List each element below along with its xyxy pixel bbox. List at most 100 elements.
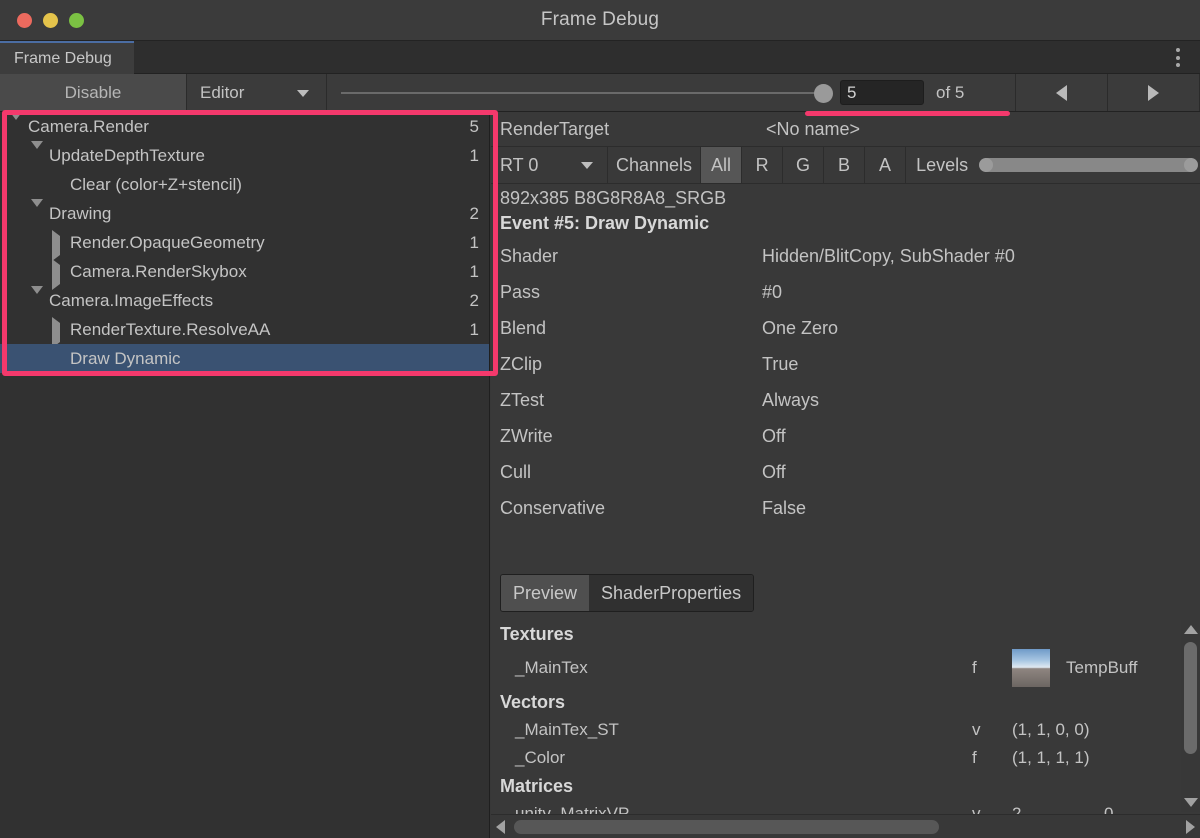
chevron-left-icon	[1056, 84, 1067, 101]
rt-dropdown[interactable]: RT 0	[491, 147, 608, 183]
render-target-format: 892x385 B8G8R8A8_SRGB	[500, 188, 727, 208]
next-event-button[interactable]	[1108, 74, 1200, 111]
tree-item-count: 1	[469, 145, 479, 165]
scroll-left-icon[interactable]	[496, 819, 505, 834]
property-type: f	[972, 748, 977, 767]
property-value: (1, 1, 0, 0)	[1012, 720, 1090, 739]
tree-item-label: UpdateDepthTexture	[49, 145, 205, 165]
levels-max-handle[interactable]	[1184, 158, 1198, 172]
texture-thumbnail-icon[interactable]	[1012, 649, 1050, 687]
frame-index-wrap	[840, 74, 936, 111]
tree-twisty[interactable]	[52, 316, 66, 348]
property-value: (1, 1, 1, 1)	[1012, 748, 1090, 767]
chevron-down-icon	[297, 89, 309, 97]
tree-item[interactable]: Draw Dynamic	[0, 344, 489, 373]
tree-twisty[interactable]	[31, 140, 45, 168]
properties-vertical-scrollbar[interactable]	[1181, 620, 1200, 812]
rt-dropdown-label: RT 0	[500, 154, 539, 175]
levels-min-handle[interactable]	[979, 158, 994, 172]
tree-item[interactable]: RenderTexture.ResolveAA 1	[0, 315, 489, 348]
tree-item-label: Draw Dynamic	[70, 348, 181, 368]
tab-preview[interactable]: Preview	[501, 575, 590, 611]
tree-item-label: Drawing	[49, 203, 112, 223]
channel-button-all[interactable]: All	[701, 147, 743, 183]
event-property-row: ZWrite Off	[491, 418, 1200, 454]
channel-bar: RT 0 Channels All R G B A Levels	[491, 147, 1200, 184]
tree-item[interactable]: Render.OpaqueGeometry 1	[0, 228, 489, 261]
horizontal-scroll-thumb[interactable]	[514, 820, 939, 834]
levels-range-slider[interactable]	[979, 157, 1198, 173]
tab-shader-properties[interactable]: ShaderProperties	[589, 575, 754, 611]
tree-twisty[interactable]	[31, 198, 45, 226]
tree-item[interactable]: Clear (color+Z+stencil)	[0, 170, 489, 199]
tree-twisty[interactable]	[31, 285, 45, 313]
event-property-row: Shader Hidden/BlitCopy, SubShader #0	[491, 238, 1200, 274]
tree-twisty[interactable]	[52, 258, 66, 290]
event-property-key: Pass	[500, 281, 541, 302]
twisty-collapsed-icon[interactable]	[52, 229, 60, 261]
target-dropdown[interactable]: Editor	[187, 74, 327, 111]
tree-item[interactable]: Drawing 2	[0, 198, 489, 228]
event-property-key: Cull	[500, 461, 532, 482]
scroll-up-icon[interactable]	[1183, 625, 1198, 634]
twisty-collapsed-icon[interactable]	[52, 258, 60, 290]
tree-item[interactable]: UpdateDepthTexture 1	[0, 140, 489, 170]
properties-horizontal-scrollbar[interactable]	[491, 814, 1200, 838]
tree-item[interactable]: Camera.RenderSkybox 1	[0, 257, 489, 290]
twisty-expanded-icon[interactable]	[31, 198, 43, 226]
tab-strip: Frame Debug	[0, 41, 1200, 74]
event-property-row: Blend One Zero	[491, 310, 1200, 346]
matrix-row: unity_MatrixVP v 2 0	[491, 800, 1181, 815]
scroll-right-icon[interactable]	[1186, 819, 1195, 834]
tree-item[interactable]: Camera.ImageEffects 2	[0, 285, 489, 315]
tree-twisty[interactable]	[52, 229, 66, 261]
tree-item-label: Camera.Render	[28, 116, 149, 136]
channel-button-r[interactable]: R	[742, 147, 784, 183]
twisty-expanded-icon[interactable]	[31, 285, 43, 313]
tab-frame-debug[interactable]: Frame Debug	[0, 41, 134, 74]
frame-index-input[interactable]	[840, 80, 924, 105]
disable-button[interactable]: Disable	[0, 74, 187, 111]
prev-event-button[interactable]	[1016, 74, 1108, 111]
tree-twisty[interactable]	[10, 112, 24, 139]
channels-label: Channels	[608, 147, 702, 183]
twisty-collapsed-icon[interactable]	[52, 316, 60, 348]
event-detail-panel: RenderTarget <No name> RT 0 Channels All…	[491, 112, 1200, 838]
event-property-value: #0	[762, 281, 783, 302]
tab-label: Frame Debug	[14, 49, 112, 67]
vectors-header: Vectors	[500, 691, 566, 712]
event-property-value: True	[762, 353, 799, 374]
render-target-name: <No name>	[766, 118, 861, 139]
tree-item-label: Camera.ImageEffects	[49, 290, 214, 310]
event-property-value: Always	[762, 389, 820, 410]
event-property-key: ZWrite	[500, 425, 553, 446]
textures-header: Textures	[500, 623, 574, 644]
event-property-row: Cull Off	[491, 454, 1200, 490]
vector-row: _Color f (1, 1, 1, 1)	[491, 744, 1181, 772]
disable-label: Disable	[64, 82, 122, 102]
frame-slider-track	[341, 91, 826, 94]
event-property-value: Off	[762, 461, 786, 482]
frame-debugger-window: Frame Debug Frame Debug Disable Editor o…	[0, 0, 1200, 838]
vertical-scroll-thumb[interactable]	[1184, 642, 1197, 754]
chevron-right-icon	[1148, 84, 1159, 101]
event-property-row: Pass #0	[491, 274, 1200, 310]
kebab-menu-icon[interactable]	[1175, 48, 1180, 67]
twisty-expanded-icon[interactable]	[31, 140, 43, 168]
frame-slider[interactable]	[327, 74, 840, 111]
levels-range-fill	[985, 158, 1192, 172]
channel-button-g[interactable]: G	[783, 147, 825, 183]
tree-item-label: Clear (color+Z+stencil)	[70, 174, 242, 194]
scroll-down-icon[interactable]	[1183, 798, 1198, 807]
render-target-label: RenderTarget	[500, 118, 610, 139]
property-name: _MainTex	[515, 658, 588, 677]
frame-slider-handle[interactable]	[814, 83, 833, 103]
event-property-key: ZTest	[500, 389, 545, 410]
channel-button-a[interactable]: A	[865, 147, 907, 183]
event-tree-panel[interactable]: Camera.Render 5 UpdateDepthTexture 1 Clear (…	[0, 112, 490, 838]
channel-button-b[interactable]: B	[824, 147, 866, 183]
tree-item-label: Camera.RenderSkybox	[70, 261, 247, 281]
chevron-down-icon	[581, 162, 593, 169]
twisty-expanded-icon[interactable]	[10, 112, 22, 139]
tree-item[interactable]: Camera.Render 5	[0, 112, 489, 141]
